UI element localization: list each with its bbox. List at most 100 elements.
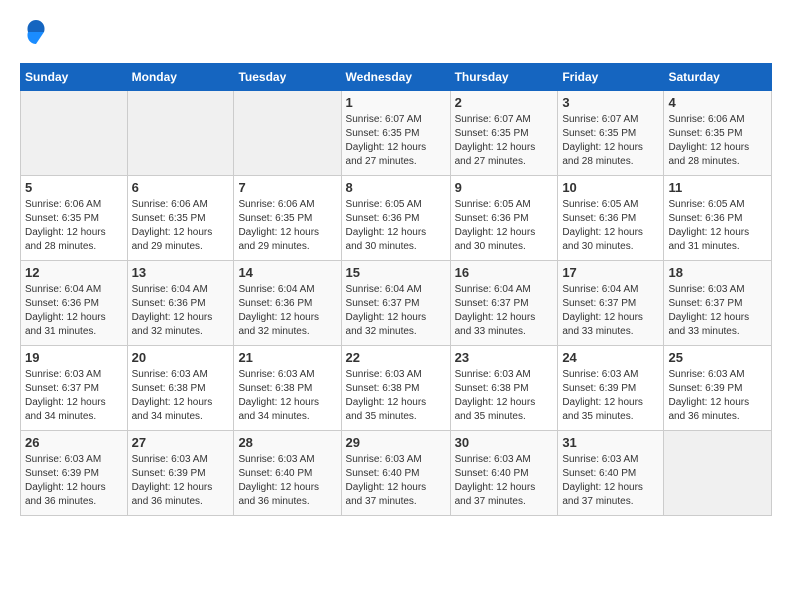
day-number: 25 [668, 350, 767, 365]
day-cell: 27 Sunrise: 6:03 AM Sunset: 6:39 PM Dayli… [127, 431, 234, 516]
day-info: Sunrise: 6:03 AM Sunset: 6:37 PM Dayligh… [668, 283, 767, 339]
day-info: Sunrise: 6:03 AM Sunset: 6:37 PM Dayligh… [25, 368, 123, 424]
day-cell: 4 Sunrise: 6:06 AM Sunset: 6:35 PM Daylig… [664, 91, 772, 176]
day-number: 17 [562, 265, 659, 280]
week-row-5: 26 Sunrise: 6:03 AM Sunset: 6:39 PM Dayli… [21, 431, 772, 516]
day-number: 29 [346, 435, 446, 450]
day-number: 27 [132, 435, 230, 450]
day-info: Sunrise: 6:06 AM Sunset: 6:35 PM Dayligh… [25, 198, 123, 254]
day-number: 23 [455, 350, 554, 365]
calendar-body: 1 Sunrise: 6:07 AM Sunset: 6:35 PM Daylig… [21, 91, 772, 516]
day-info: Sunrise: 6:04 AM Sunset: 6:37 PM Dayligh… [562, 283, 659, 339]
day-cell: 25 Sunrise: 6:03 AM Sunset: 6:39 PM Dayli… [664, 346, 772, 431]
day-number: 6 [132, 180, 230, 195]
day-number: 2 [455, 95, 554, 110]
day-number: 3 [562, 95, 659, 110]
day-info: Sunrise: 6:05 AM Sunset: 6:36 PM Dayligh… [562, 198, 659, 254]
day-cell: 15 Sunrise: 6:04 AM Sunset: 6:37 PM Dayli… [341, 261, 450, 346]
day-cell: 29 Sunrise: 6:03 AM Sunset: 6:40 PM Dayli… [341, 431, 450, 516]
day-number: 28 [238, 435, 336, 450]
day-number: 7 [238, 180, 336, 195]
calendar-header: SundayMondayTuesdayWednesdayThursdayFrid… [21, 64, 772, 91]
day-number: 15 [346, 265, 446, 280]
day-info: Sunrise: 6:03 AM Sunset: 6:39 PM Dayligh… [668, 368, 767, 424]
day-info: Sunrise: 6:04 AM Sunset: 6:36 PM Dayligh… [132, 283, 230, 339]
header-saturday: Saturday [664, 64, 772, 91]
day-info: Sunrise: 6:05 AM Sunset: 6:36 PM Dayligh… [455, 198, 554, 254]
day-number: 11 [668, 180, 767, 195]
day-info: Sunrise: 6:03 AM Sunset: 6:39 PM Dayligh… [25, 453, 123, 509]
day-number: 10 [562, 180, 659, 195]
day-info: Sunrise: 6:03 AM Sunset: 6:40 PM Dayligh… [238, 453, 336, 509]
day-number: 13 [132, 265, 230, 280]
week-row-2: 5 Sunrise: 6:06 AM Sunset: 6:35 PM Daylig… [21, 176, 772, 261]
day-info: Sunrise: 6:04 AM Sunset: 6:37 PM Dayligh… [346, 283, 446, 339]
day-info: Sunrise: 6:03 AM Sunset: 6:40 PM Dayligh… [455, 453, 554, 509]
day-cell: 24 Sunrise: 6:03 AM Sunset: 6:39 PM Dayli… [558, 346, 664, 431]
header-wednesday: Wednesday [341, 64, 450, 91]
day-number: 1 [346, 95, 446, 110]
day-cell [127, 91, 234, 176]
day-cell: 23 Sunrise: 6:03 AM Sunset: 6:38 PM Dayli… [450, 346, 558, 431]
day-cell: 22 Sunrise: 6:03 AM Sunset: 6:38 PM Dayli… [341, 346, 450, 431]
day-cell: 21 Sunrise: 6:03 AM Sunset: 6:38 PM Dayli… [234, 346, 341, 431]
day-number: 20 [132, 350, 230, 365]
logo [20, 20, 50, 53]
day-cell: 11Sunrise: 6:05 AM Sunset: 6:36 PM Dayli… [664, 176, 772, 261]
day-cell: 7Sunrise: 6:06 AM Sunset: 6:35 PM Daylig… [234, 176, 341, 261]
day-number: 31 [562, 435, 659, 450]
header-friday: Friday [558, 64, 664, 91]
day-cell: 1Sunrise: 6:07 AM Sunset: 6:35 PM Daylig… [341, 91, 450, 176]
day-cell: 31 Sunrise: 6:03 AM Sunset: 6:40 PM Dayli… [558, 431, 664, 516]
day-number: 5 [25, 180, 123, 195]
logo-icon [22, 18, 50, 46]
day-number: 19 [25, 350, 123, 365]
day-cell: 18 Sunrise: 6:03 AM Sunset: 6:37 PM Dayli… [664, 261, 772, 346]
week-row-4: 19 Sunrise: 6:03 AM Sunset: 6:37 PM Dayli… [21, 346, 772, 431]
day-cell: 6 Sunrise: 6:06 AM Sunset: 6:35 PM Daylig… [127, 176, 234, 261]
day-info: Sunrise: 6:04 AM Sunset: 6:36 PM Dayligh… [25, 283, 123, 339]
day-cell: 2Sunrise: 6:07 AM Sunset: 6:35 PM Daylig… [450, 91, 558, 176]
calendar-table: SundayMondayTuesdayWednesdayThursdayFrid… [20, 63, 772, 516]
day-cell: 5 Sunrise: 6:06 AM Sunset: 6:35 PM Daylig… [21, 176, 128, 261]
day-cell: 8Sunrise: 6:05 AM Sunset: 6:36 PM Daylig… [341, 176, 450, 261]
day-info: Sunrise: 6:03 AM Sunset: 6:40 PM Dayligh… [562, 453, 659, 509]
day-cell: 14Sunrise: 6:04 AM Sunset: 6:36 PM Dayli… [234, 261, 341, 346]
header-thursday: Thursday [450, 64, 558, 91]
day-cell: 10 Sunrise: 6:05 AM Sunset: 6:36 PM Dayli… [558, 176, 664, 261]
day-cell: 16 Sunrise: 6:04 AM Sunset: 6:37 PM Dayli… [450, 261, 558, 346]
day-cell: 12Sunrise: 6:04 AM Sunset: 6:36 PM Dayli… [21, 261, 128, 346]
day-info: Sunrise: 6:04 AM Sunset: 6:36 PM Dayligh… [238, 283, 336, 339]
week-row-1: 1 Sunrise: 6:07 AM Sunset: 6:35 PM Daylig… [21, 91, 772, 176]
day-info: Sunrise: 6:07 AM Sunset: 6:35 PM Dayligh… [562, 113, 659, 169]
day-number: 24 [562, 350, 659, 365]
day-info: Sunrise: 6:06 AM Sunset: 6:35 PM Dayligh… [132, 198, 230, 254]
day-cell [21, 91, 128, 176]
day-number: 30 [455, 435, 554, 450]
day-number: 16 [455, 265, 554, 280]
day-cell: 19 Sunrise: 6:03 AM Sunset: 6:37 PM Dayli… [21, 346, 128, 431]
day-info: Sunrise: 6:03 AM Sunset: 6:40 PM Dayligh… [346, 453, 446, 509]
page-header [20, 20, 772, 53]
day-info: Sunrise: 6:03 AM Sunset: 6:38 PM Dayligh… [238, 368, 336, 424]
day-info: Sunrise: 6:03 AM Sunset: 6:38 PM Dayligh… [132, 368, 230, 424]
day-cell: 9Sunrise: 6:05 AM Sunset: 6:36 PM Daylig… [450, 176, 558, 261]
day-cell: 3 Sunrise: 6:07 AM Sunset: 6:35 PM Daylig… [558, 91, 664, 176]
day-number: 8 [346, 180, 446, 195]
day-number: 26 [25, 435, 123, 450]
day-info: Sunrise: 6:03 AM Sunset: 6:39 PM Dayligh… [132, 453, 230, 509]
day-number: 21 [238, 350, 336, 365]
day-info: Sunrise: 6:03 AM Sunset: 6:38 PM Dayligh… [455, 368, 554, 424]
day-number: 4 [668, 95, 767, 110]
day-cell: 13 Sunrise: 6:04 AM Sunset: 6:36 PM Dayli… [127, 261, 234, 346]
day-number: 22 [346, 350, 446, 365]
day-number: 18 [668, 265, 767, 280]
day-cell [234, 91, 341, 176]
day-info: Sunrise: 6:03 AM Sunset: 6:38 PM Dayligh… [346, 368, 446, 424]
day-info: Sunrise: 6:06 AM Sunset: 6:35 PM Dayligh… [668, 113, 767, 169]
day-cell: 20 Sunrise: 6:03 AM Sunset: 6:38 PM Dayli… [127, 346, 234, 431]
day-info: Sunrise: 6:04 AM Sunset: 6:37 PM Dayligh… [455, 283, 554, 339]
day-cell: 17 Sunrise: 6:04 AM Sunset: 6:37 PM Dayli… [558, 261, 664, 346]
day-info: Sunrise: 6:03 AM Sunset: 6:39 PM Dayligh… [562, 368, 659, 424]
week-row-3: 12Sunrise: 6:04 AM Sunset: 6:36 PM Dayli… [21, 261, 772, 346]
